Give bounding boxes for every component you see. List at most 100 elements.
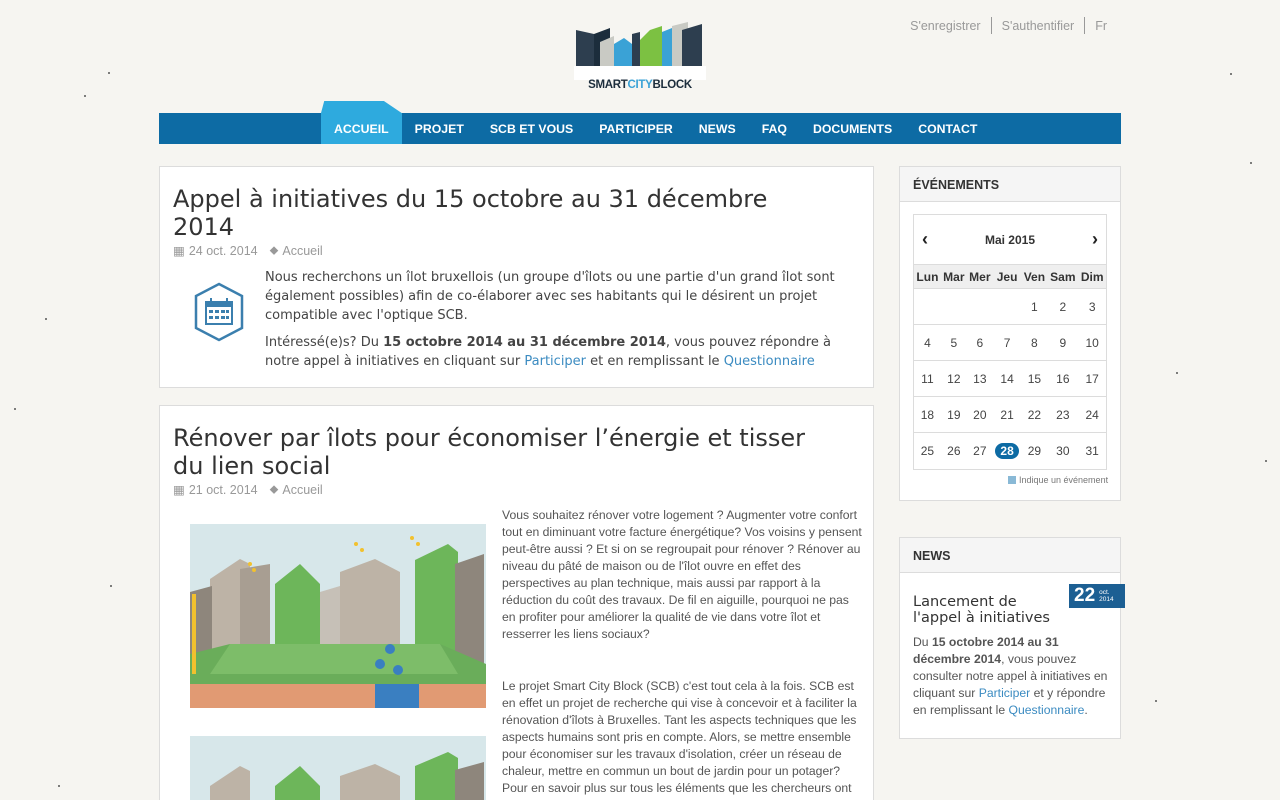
illustration-image — [190, 524, 486, 708]
calendar-day[interactable]: 17 — [1078, 360, 1106, 397]
calendar-day[interactable]: 10 — [1078, 324, 1106, 361]
events-heading: ÉVÉNEMENTS — [900, 167, 1120, 202]
news-widget: NEWS Lancement de l'appel à initiatives … — [899, 537, 1125, 739]
calendar-day[interactable]: 9 — [1047, 324, 1079, 361]
post-date: 21 oct. 2014 — [188, 482, 258, 497]
logo-buildings-icon — [574, 22, 706, 80]
calendar-day[interactable]: 16 — [1047, 360, 1079, 397]
post-date: 24 oct. 2014 — [188, 243, 258, 258]
calendar-weekday: Lun — [914, 264, 941, 289]
calendar-day[interactable]: 15 — [1021, 360, 1048, 397]
calendar-day — [940, 288, 967, 325]
nav-item-accueil[interactable]: ACCUEIL — [321, 113, 402, 144]
calendar-day[interactable]: 12 — [940, 360, 967, 397]
calendar-day[interactable]: 23 — [1047, 396, 1079, 433]
calendar-day[interactable]: 6 — [966, 324, 993, 361]
register-link[interactable]: S'enregistrer — [900, 19, 990, 33]
post-card: Rénover par îlots pour économiser l’éner… — [159, 405, 874, 800]
calendar-weekday: Dim — [1078, 264, 1106, 289]
post-paragraph: Vous souhaitez rénover votre logement ? … — [502, 508, 862, 641]
chevron-left-icon[interactable]: ‹ — [922, 229, 928, 250]
calendar-day[interactable]: 19 — [940, 396, 967, 433]
calendar-weekday: Jeu — [992, 264, 1022, 289]
nav-item-projet[interactable]: PROJET — [402, 113, 477, 144]
post-title[interactable]: Rénover par îlots pour économiser l’éner… — [173, 424, 813, 480]
nav-item-faq[interactable]: FAQ — [749, 113, 800, 144]
calendar-day[interactable]: 5 — [940, 324, 967, 361]
calendar-day — [966, 288, 993, 325]
post-paragraph: Nous recherchons un îlot bruxellois (un … — [265, 270, 835, 323]
post-body: Nous recherchons un îlot bruxellois (un … — [265, 268, 865, 379]
calendar-day[interactable]: 28 — [992, 432, 1022, 469]
calendar-day[interactable]: 11 — [914, 360, 941, 397]
nav-item-participer[interactable]: PARTICIPER — [586, 113, 686, 144]
calendar-small-icon: ▦ — [173, 483, 185, 497]
participer-link[interactable]: Participer — [979, 686, 1030, 700]
post-card: Appel à initiatives du 15 octobre au 31 … — [159, 166, 874, 388]
calendar-day[interactable]: 13 — [966, 360, 993, 397]
participer-link[interactable]: Participer — [524, 354, 586, 369]
tag-icon: ⬥ — [269, 243, 279, 257]
calendar-day[interactable]: 27 — [966, 432, 993, 469]
calendar-day — [992, 288, 1022, 325]
top-links: S'enregistrer S'authentifier Fr — [900, 17, 1117, 34]
calendar-grid: Lun Mar Mer Jeu Ven Sam Dim 1 2 3 4 5 6 7 8 9 10 11 12 13 1… — [914, 264, 1106, 469]
news-date-badge: 22 oct. 2014 — [1069, 584, 1125, 608]
calendar-small-icon: ▦ — [173, 244, 185, 258]
calendar-day[interactable]: 7 — [992, 324, 1022, 361]
post-paragraph: Intéressé(e)s? Du 15 octobre 2014 au 31 … — [265, 335, 831, 369]
calendar-day[interactable]: 30 — [1047, 432, 1079, 469]
calendar-weekday: Sam — [1047, 264, 1079, 289]
legend-text: Indique un événement — [1019, 475, 1109, 485]
calendar-day[interactable]: 20 — [966, 396, 993, 433]
nav-item-scb-et-vous[interactable]: SCB ET VOUS — [477, 113, 586, 144]
calendar-weekday: Mar — [940, 264, 967, 289]
nav-item-documents[interactable]: DOCUMENTS — [800, 113, 905, 144]
calendar-icon — [194, 282, 244, 342]
calendar-day[interactable]: 26 — [940, 432, 967, 469]
post-paragraph: Le projet Smart City Block (SCB) c'est t… — [502, 679, 857, 795]
calendar-day[interactable]: 14 — [992, 360, 1022, 397]
calendar-today[interactable]: 28 — [995, 442, 1019, 459]
calendar-day[interactable]: 29 — [1021, 432, 1048, 469]
calendar-day[interactable]: 21 — [992, 396, 1022, 433]
calendar-day[interactable]: 25 — [914, 432, 941, 469]
calendar-day[interactable]: 4 — [914, 324, 941, 361]
post-title[interactable]: Appel à initiatives du 15 octobre au 31 … — [173, 185, 813, 241]
calendar-day[interactable]: 31 — [1078, 432, 1106, 469]
calendar-legend: Indique un événement — [1008, 475, 1108, 485]
post-body: Vous souhaitez rénover votre logement ? … — [502, 507, 862, 800]
calendar-day — [914, 288, 941, 325]
calendar-day[interactable]: 2 — [1047, 288, 1079, 325]
post-meta: ▦ 24 oct. 2014 ⬥ Accueil — [173, 243, 813, 258]
news-title[interactable]: Lancement de l'appel à initiatives — [913, 594, 1063, 626]
site-logo[interactable]: SMARTCITYBLOCK — [574, 22, 706, 94]
events-widget: ÉVÉNEMENTS ‹ Mai 2015 › Lun Mar Mer Jeu Ven S… — [899, 166, 1121, 501]
nav-item-contact[interactable]: CONTACT — [905, 113, 990, 144]
post-category[interactable]: Accueil — [282, 483, 322, 497]
calendar-day[interactable]: 22 — [1021, 396, 1048, 433]
legend-swatch — [1008, 476, 1016, 484]
news-heading: NEWS — [900, 538, 1120, 573]
news-body: Du 15 octobre 2014 au 31 décembre 2014, … — [913, 635, 1108, 717]
logo-text: SMARTCITYBLOCK — [588, 79, 692, 91]
calendar-day[interactable]: 3 — [1078, 288, 1106, 325]
login-link[interactable]: S'authentifier — [992, 19, 1085, 33]
calendar-weekday: Ven — [1021, 264, 1048, 289]
tag-icon: ⬥ — [269, 482, 279, 496]
questionnaire-link[interactable]: Questionnaire — [1009, 703, 1085, 717]
calendar-day[interactable]: 24 — [1078, 396, 1106, 433]
chevron-right-icon[interactable]: › — [1092, 229, 1098, 250]
calendar-day[interactable]: 18 — [914, 396, 941, 433]
illustration-image — [190, 736, 486, 800]
post-meta: ▦ 21 oct. 2014 ⬥ Accueil — [173, 482, 813, 497]
post-category[interactable]: Accueil — [282, 244, 322, 258]
calendar-day[interactable]: 1 — [1021, 288, 1048, 325]
language-link[interactable]: Fr — [1085, 19, 1117, 33]
calendar-day[interactable]: 8 — [1021, 324, 1048, 361]
event-calendar: ‹ Mai 2015 › Lun Mar Mer Jeu Ven Sam Dim 12345… — [913, 214, 1107, 470]
nav-item-news[interactable]: NEWS — [686, 113, 749, 144]
calendar-month: Mai 2015 — [984, 232, 1036, 247]
calendar-weekday: Mer — [966, 264, 993, 289]
questionnaire-link[interactable]: Questionnaire — [724, 354, 815, 369]
